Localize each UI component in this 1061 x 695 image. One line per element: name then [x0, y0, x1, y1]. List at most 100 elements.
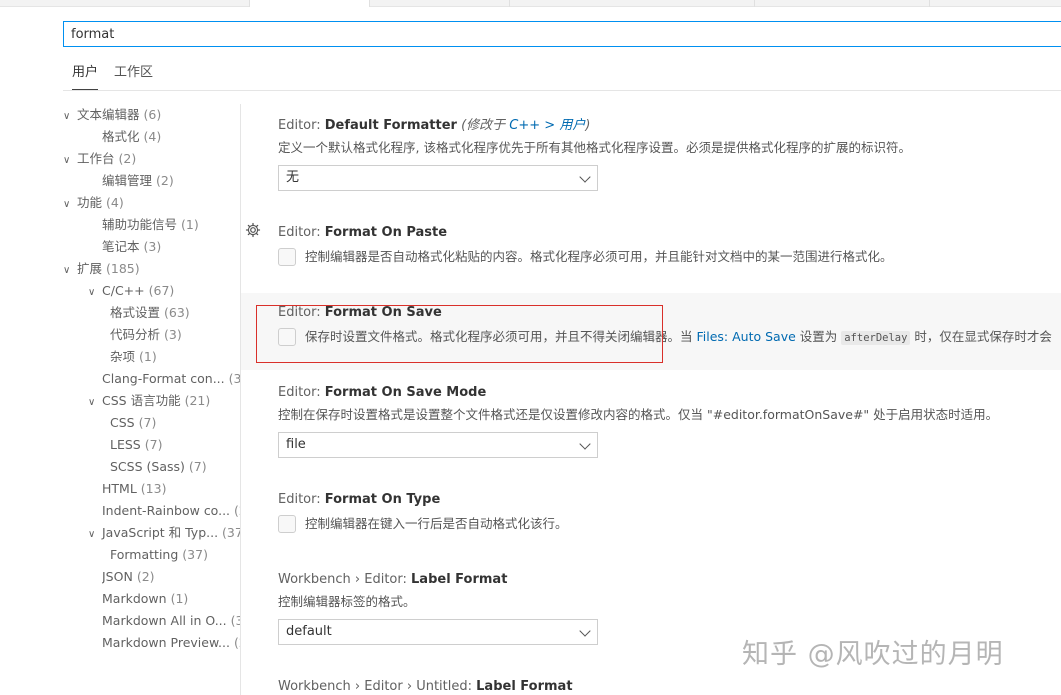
- format-on-paste-checkbox[interactable]: [278, 248, 296, 266]
- toc-item-label: 编辑管理: [102, 173, 153, 188]
- toc-item[interactable]: 笔记本 (3): [102, 236, 161, 258]
- toc-item-count: (185): [106, 261, 140, 276]
- toc-item[interactable]: SCSS (Sass) (7): [110, 456, 207, 478]
- settings-search-input[interactable]: [64, 22, 1061, 46]
- toc-item-count: (1): [139, 349, 157, 364]
- description-text: 时，仅在显式保存时才会: [910, 329, 1052, 344]
- setting-untitled-label-format: Workbench › Editor › Untitled: Label For…: [278, 677, 1061, 695]
- default-formatter-select[interactable]: 无: [278, 165, 598, 191]
- chevron-down-icon[interactable]: ∨: [88, 524, 102, 544]
- toc-item-label: 文本编辑器: [77, 107, 140, 122]
- format-on-type-checkbox[interactable]: [278, 515, 296, 533]
- setting-category: Editor:: [278, 118, 325, 133]
- toc-item-label: JSON: [102, 569, 133, 584]
- toc-item-label: 辅助功能信号: [102, 217, 178, 232]
- toc-item-count: (7): [138, 415, 157, 430]
- editor-tab[interactable]: [0, 0, 250, 7]
- toc-item-count: (67): [148, 283, 175, 298]
- toc-item[interactable]: Markdown Preview...(2): [102, 632, 241, 654]
- toc-item[interactable]: 代码分析 (3): [110, 324, 182, 346]
- chevron-down-icon[interactable]: ∨: [63, 150, 77, 170]
- toc-item-count: (7): [144, 437, 163, 452]
- toc-item[interactable]: Formatting (37): [110, 544, 208, 566]
- settings-search-box[interactable]: [63, 21, 1061, 47]
- chevron-down-icon[interactable]: ∨: [63, 260, 77, 280]
- editor-tab[interactable]: [755, 0, 930, 7]
- tab-workspace[interactable]: 工作区: [114, 60, 153, 90]
- toc-item[interactable]: ∨JavaScript 和 Typ...(37): [88, 522, 241, 544]
- chevron-down-icon[interactable]: ∨: [63, 106, 77, 126]
- setting-description: 控制编辑器是否自动格式化粘贴的内容。格式化程序必须可用，并且能针对文档中的某一范…: [305, 249, 893, 264]
- label-format-select[interactable]: default: [278, 619, 598, 645]
- toc-item-count: (13): [140, 481, 167, 496]
- toc-divider: [240, 104, 241, 695]
- annotation-highlight-box: [256, 305, 663, 363]
- toc-item[interactable]: ∨ 工作台 (2): [63, 148, 136, 170]
- tab-user[interactable]: 用户: [72, 60, 99, 90]
- code-chip: afterDelay: [841, 331, 911, 345]
- setting-title: Workbench › Editor: Label Format: [278, 570, 1061, 590]
- toc-item[interactable]: ∨ 文本编辑器 (6): [63, 104, 161, 126]
- editor-tab[interactable]: [510, 0, 755, 7]
- toc-item-count: (6): [143, 107, 162, 122]
- files-auto-save-link[interactable]: Files: Auto Save: [696, 329, 795, 344]
- chevron-down-icon[interactable]: ∨: [88, 392, 102, 412]
- toc-item-count: (2): [118, 151, 137, 166]
- select-value: file: [286, 437, 306, 452]
- toc-item[interactable]: 杂项 (1): [110, 346, 157, 368]
- setting-format-on-paste: Editor: Format On Paste 控制编辑器是否自动格式化粘贴的内…: [278, 223, 1061, 268]
- setting-name: Label Format: [411, 572, 508, 587]
- chevron-down-icon[interactable]: ∨: [88, 282, 102, 302]
- toc-item[interactable]: ∨ C/C++ (67): [88, 280, 174, 302]
- toc-item-count: (63): [164, 305, 190, 320]
- editor-tab[interactable]: [370, 0, 510, 7]
- gear-icon[interactable]: [245, 222, 261, 238]
- toc-item-count: (3): [164, 327, 182, 342]
- toc-item-label: SCSS (Sass): [110, 459, 185, 474]
- toc-item-label: 笔记本: [102, 239, 140, 254]
- setting-category: Editor:: [278, 385, 325, 400]
- toc-item-count: (21): [184, 393, 211, 408]
- toc-item[interactable]: 辅助功能信号 (1): [102, 214, 199, 236]
- modified-indicator: (修改于 C++ > 用户): [461, 118, 590, 133]
- setting-category: Editor:: [278, 225, 325, 240]
- toc-item-count: (1): [170, 591, 189, 606]
- toc-item[interactable]: ∨ CSS 语言功能 (21): [88, 390, 210, 412]
- toc-item[interactable]: ∨ 扩展 (185): [63, 258, 140, 280]
- toc-item-label: 工作台: [77, 151, 115, 166]
- setting-format-on-type: Editor: Format On Type 控制编辑器在键入一行后是否自动格式…: [278, 490, 1061, 535]
- toc-item-count: (37): [222, 525, 241, 540]
- setting-name: Label Format: [476, 679, 573, 694]
- setting-name: Default Formatter: [324, 118, 457, 133]
- toc-item[interactable]: Markdown (1): [102, 588, 188, 610]
- toc-item-count: (2): [136, 569, 155, 584]
- modified-suffix: ): [585, 118, 591, 133]
- toc-item-label: 扩展: [77, 261, 103, 276]
- setting-description: 控制编辑器在键入一行后是否自动格式化该行。: [305, 516, 568, 531]
- toc-item-count: (4): [106, 195, 124, 210]
- toc-item[interactable]: CSS (7): [110, 412, 156, 434]
- chevron-down-icon: [579, 438, 591, 450]
- toc-item[interactable]: JSON (2): [102, 566, 155, 588]
- toc-item[interactable]: LESS (7): [110, 434, 162, 456]
- toc-item[interactable]: Clang-Format con...(37): [102, 368, 241, 390]
- toc-item[interactable]: ∨ 功能 (4): [63, 192, 124, 214]
- toc-item[interactable]: 编辑管理 (2): [102, 170, 174, 192]
- chevron-down-icon: [579, 625, 591, 637]
- toc-item[interactable]: 格式设置 (63): [110, 302, 190, 324]
- toc-item-label: JavaScript 和 Typ...: [102, 525, 219, 540]
- toc-item-count: (4): [143, 129, 162, 144]
- toc-item-label: HTML: [102, 481, 137, 496]
- modified-scope-link[interactable]: C++ > 用户: [509, 118, 585, 133]
- toc-item[interactable]: HTML (13): [102, 478, 166, 500]
- toc-item-count: (2): [156, 173, 174, 188]
- toc-item[interactable]: 格式化 (4): [102, 126, 161, 148]
- editor-tab-active[interactable]: [250, 0, 370, 7]
- watermark: 知乎 @风吹过的月明: [742, 639, 1004, 670]
- setting-category: Workbench › Editor › Untitled:: [278, 679, 477, 694]
- format-on-save-mode-select[interactable]: file: [278, 432, 598, 458]
- toc-item-label: 格式化: [102, 129, 140, 144]
- toc-item[interactable]: Indent-Rainbow co...(2): [102, 500, 241, 522]
- chevron-down-icon[interactable]: ∨: [63, 194, 77, 214]
- toc-item[interactable]: Markdown All in O...(3): [102, 610, 241, 632]
